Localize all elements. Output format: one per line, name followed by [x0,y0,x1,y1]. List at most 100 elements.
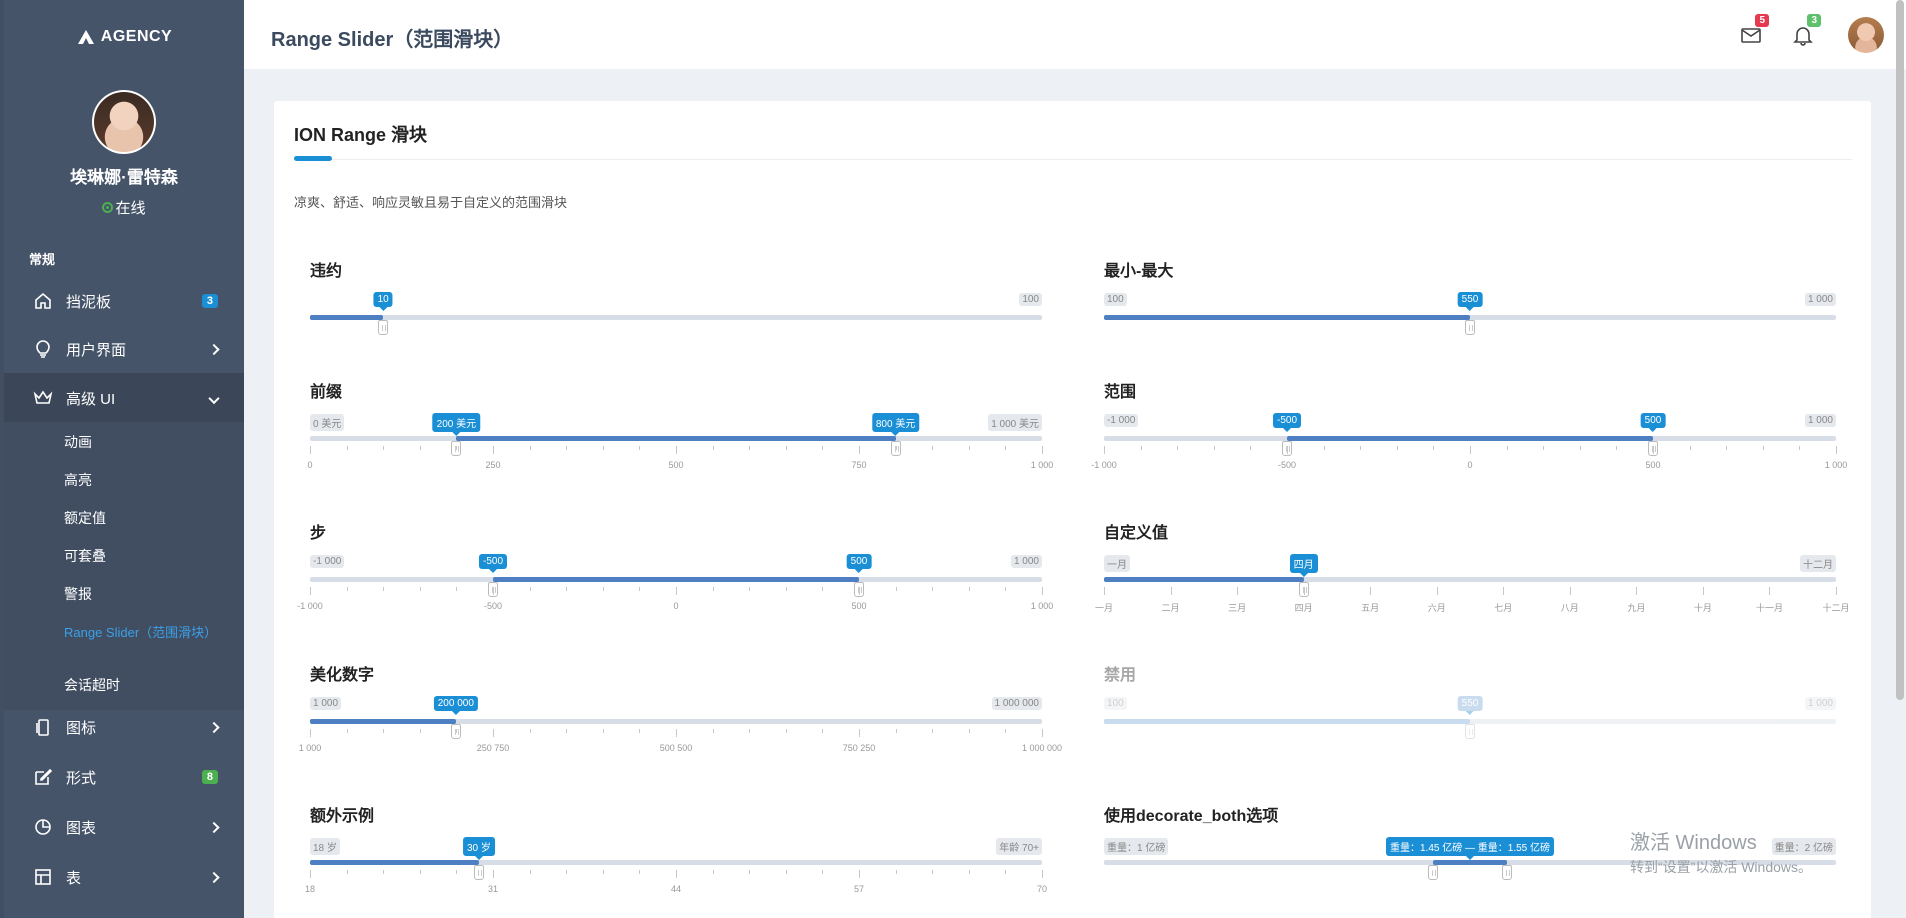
slider-max-label: 1 000 美元 [988,414,1042,431]
slider-max-label: 十二月 [1800,555,1836,572]
slider-title: 使用decorate_both选项 [1104,808,1279,825]
slider-minor-tick [932,587,934,591]
slider-handle-to[interactable] [1501,865,1512,880]
slider-minor-tick [346,587,348,591]
slider-tick-label: 五月 [1361,603,1380,613]
range-slider[interactable]: 额外示例 18 岁 年龄 70+ 30 岁 18 31 44 57 70 [305,802,1047,918]
brand-logo[interactable]: AGENCY [4,28,244,46]
submenu-item-rating[interactable]: 额定值 [64,511,214,526]
slider-minor-tick [529,870,531,874]
slider-tick [1836,587,1837,595]
slider-tick-label: 70 [1036,884,1048,894]
advanced-ui-submenu: 动画 高亮 额定值 可套叠 警报 Range Slider（范围滑块） 会话超时 [4,422,244,710]
slider-min-label: 18 岁 [310,838,340,855]
slider-minor-tick [1433,446,1435,450]
sidebar-item-ui[interactable]: 用户界面 [4,325,244,373]
slider-tick [1042,446,1043,454]
slider-max-label: 1 000 [1010,555,1042,568]
watermark-line1: 激活 Windows [1630,832,1757,854]
slider-minor-tick [383,587,385,591]
chevron-right-icon [208,869,220,886]
sidebar-item-forms[interactable]: 形式 8 [4,753,244,801]
slider-from-label: 30 岁 [462,837,495,860]
slider-minor-tick [419,870,421,874]
slider-title: 前缀 [310,384,343,401]
slider-tick-label: 500 500 [659,743,693,753]
slider-track[interactable] [310,315,1042,320]
slider-tick-label: -1 000 [297,601,323,611]
header-avatar[interactable] [1848,17,1884,53]
slider-tick [676,729,677,737]
slider-minor-tick [1005,446,1007,450]
slider-tick-label: 250 750 [476,743,510,753]
slider-minor-tick [895,446,897,450]
submenu-item-session-timeout[interactable]: 会话超时 [64,678,214,693]
slider-tick [1042,729,1043,737]
slider-from-label: -500 [478,554,508,573]
slider-minor-tick [456,870,458,874]
slider-value-label: 重量：1.45 亿磅 — 重量：1.55 亿磅 [1385,837,1555,860]
sidebar-item-tables[interactable]: 表 [4,853,244,901]
slider-minor-tick [529,446,531,450]
slider-title: 禁用 [1104,667,1137,684]
slider-minor-tick [529,587,531,591]
slider-tick [1702,587,1704,595]
submenu-item-animation[interactable]: 动画 [64,435,214,450]
mail-button[interactable]: 5 [1740,14,1769,48]
slider-tick [859,587,860,595]
slider-minor-tick [566,870,568,874]
range-slider[interactable]: 自定义值 一月 十二月 四月 一月 二月 三月 四月 五月 六月 七月 八月 九月 十月 十一月 十二月 [1095,519,1850,639]
bell-icon [1793,27,1813,46]
range-slider[interactable]: 最小-最大 100 1 000 550 [1104,257,1836,377]
submenu-item-highlight[interactable]: 高亮 [64,473,214,488]
range-slider[interactable]: 步 -1 000 1 000 -500 500 -1 000 -500 0 500 1 000 [297,519,1053,639]
slider-tick-label: 1 000 000 [1021,743,1063,753]
slider-tick-label: 六月 [1427,603,1446,613]
slider-tick [1503,587,1505,595]
slider-minor-tick [895,729,897,733]
pie-chart-icon [32,816,54,838]
slider-title: 最小-最大 [1104,263,1174,280]
submenu-item-nestable[interactable]: 可套叠 [64,549,214,564]
slider-bar [1104,315,1470,320]
slider-minor-tick [1005,587,1007,591]
notifications-button[interactable]: 3 [1792,14,1821,48]
slider-minor-tick [1005,870,1007,874]
slider-tick [859,446,860,454]
slider-tick [1042,587,1043,595]
slider-handle-from[interactable] [378,320,389,335]
slider-tick [676,870,677,878]
sidebar-item-charts[interactable]: 图表 [4,803,244,851]
slider-from-label: 四月 [1289,554,1318,577]
submenu-item-range-slider[interactable]: Range Slider（范围滑块） [64,625,217,640]
bell-badge: 3 [1807,14,1821,27]
slider-tick-label: 二月 [1161,603,1180,613]
chevron-right-icon [208,719,220,736]
slider-bar [310,860,479,865]
sidebar-item-label: 图标 [66,719,97,737]
slider-tick-label: 七月 [1494,603,1513,613]
slider-handle-from[interactable] [473,865,484,880]
sidebar-item-advanced-ui[interactable]: 高级 UI [4,373,244,423]
submenu-item-alerts[interactable]: 警报 [64,587,214,602]
sidebar: AGENCY 埃琳娜·雷特森 在线 常规 挡泥板 3 用户界面 高级 UI 动画… [0,0,244,918]
slider-tick-label: 250 [485,460,501,470]
slider-to-label: 800 美元 [871,413,920,436]
user-avatar[interactable] [92,90,156,154]
sidebar-item-dashboard[interactable]: 挡泥板 3 [4,277,244,325]
slider-handle-from[interactable] [1465,320,1475,335]
slider-minor-tick [785,587,787,591]
slider-handle-from[interactable] [1428,865,1439,880]
sidebar-item-icons[interactable]: 图标 [4,703,244,751]
range-slider[interactable]: 美化数字 1 000 1 000 000 200 000 1 000 250 750 500… [299,661,1062,781]
slider-minor-tick [712,870,714,874]
range-slider[interactable]: 违约 100 10 [310,257,1042,377]
slider-bar [456,436,896,441]
slider-min-label: 0 美元 [310,414,345,431]
crown-icon [32,387,54,409]
slider-bar [493,577,859,582]
mail-icon [1741,28,1761,43]
range-slider[interactable]: 前缀 0 美元 1 000 美元 200 美元 800 美元 0 250 500 750 1 00… [307,378,1053,498]
page-scrollbar[interactable] [1896,0,1904,700]
range-slider[interactable]: 范围 -1 000 1 000 -500 500 -1 000 -500 0 500 1 000 [1091,378,1847,498]
